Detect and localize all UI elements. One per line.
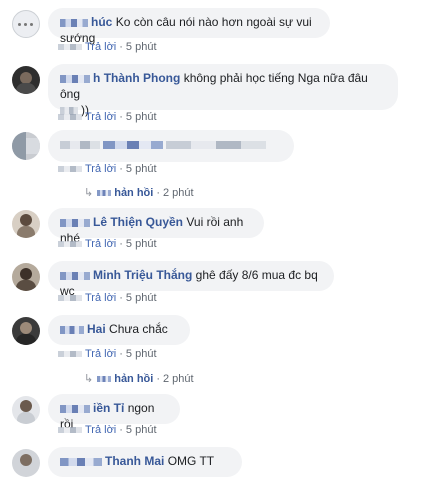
comment-bubble: Minh Triệu Thắng ghê đấy 8/6 mua đc bq w… [48,261,334,298]
view-replies-link[interactable]: ↳ hản hồi · 2 phút [84,372,194,386]
reply-link[interactable]: Trả lời [85,424,116,436]
timestamp[interactable]: 2 phút [163,187,194,199]
redacted-name-blur [60,271,90,280]
replies-label[interactable]: hản hồi [114,373,153,385]
redacted-name-blur [60,74,90,83]
reply-link[interactable]: Trả lời [85,238,116,250]
redacted-name-blur [60,218,90,227]
separator: · [156,373,160,385]
redacted-blur [58,166,82,173]
avatar[interactable] [12,10,40,38]
reply-link[interactable]: Trả lời [85,292,116,304]
timestamp[interactable]: 5 phút [126,348,157,360]
redacted-blur [58,241,82,248]
comment-bubble: iền Tỉ ngon rồi [48,394,180,431]
commenter-name[interactable]: Thanh Mai [105,454,164,468]
redacted-blur [58,44,82,51]
comment-actions: Trả lời · 5 phút [58,40,157,54]
comment-bubble: húc Ko còn câu nói nào hơn ngoài sự vui … [48,8,330,45]
redacted-name-blur [60,18,88,27]
avatar[interactable] [12,317,40,345]
separator: · [119,348,123,360]
comment-actions: Trả lời · 5 phút [58,162,157,176]
reply-link[interactable]: Trả lời [85,348,116,360]
reply-link[interactable]: Trả lời [85,163,116,175]
comment-bubble [48,130,294,162]
timestamp[interactable]: 5 phút [126,238,157,250]
redacted-name-blur [60,325,84,334]
reply-link[interactable]: Trả lời [85,41,116,53]
commenter-name[interactable]: húc [91,15,112,29]
redacted-blur [58,114,82,121]
view-replies-link[interactable]: ↳ hản hồi · 2 phút [84,186,194,200]
avatar[interactable] [12,210,40,238]
reply-arrow-icon: ↳ [84,373,94,385]
timestamp[interactable]: 5 phút [126,292,157,304]
avatar[interactable] [12,132,40,160]
separator: · [119,424,123,436]
reply-link[interactable]: Trả lời [85,111,116,123]
comment-bubble: h Thành Phong không phải học tiếng Nga n… [48,64,398,117]
redacted-blur [97,376,112,383]
comment-bubble: Hai Chưa chắc [48,315,190,345]
comment-actions: Trả lời · 5 phút [58,423,157,437]
separator: · [119,292,123,304]
timestamp[interactable]: 2 phút [163,373,194,385]
timestamp[interactable]: 5 phút [126,424,157,436]
commenter-name[interactable]: Hai [87,322,106,336]
comment-bubble: Thanh Mai OMG TT [48,447,242,477]
timestamp[interactable]: 5 phút [126,163,157,175]
separator: · [156,187,160,199]
comment-text: Chưa chắc [109,322,168,336]
timestamp[interactable]: 5 phút [126,41,157,53]
redacted-text-blur [166,140,266,149]
separator: · [119,41,123,53]
commenter-name-partial[interactable]: h [93,71,100,85]
redacted-blur [60,140,100,149]
redacted-blur [58,351,82,358]
avatar[interactable] [12,263,40,291]
commenter-name[interactable]: iền Tỉ [93,401,124,415]
avatar[interactable] [12,396,40,424]
redacted-name-blur [60,457,102,466]
comment-actions: Trả lời · 5 phút [58,347,157,361]
comment-text: OMG TT [167,454,215,468]
timestamp[interactable]: 5 phút [126,111,157,123]
separator: · [119,163,123,175]
avatar[interactable] [12,66,40,94]
comment-actions: Trả lời · 5 phút [58,237,157,251]
commenter-name[interactable]: Thành Phong [104,71,181,85]
separator: · [119,238,123,250]
commenter-name[interactable]: Minh Triệu Thắng [93,268,192,282]
reply-arrow-icon: ↳ [84,187,94,199]
comment-actions: Trả lời · 5 phút [58,110,157,124]
redacted-blur [58,427,82,434]
redacted-name-blur [103,140,163,149]
redacted-name-blur [60,404,90,413]
redacted-blur [97,190,112,197]
comment-actions: Trả lời · 5 phút [58,291,157,305]
avatar[interactable] [12,449,40,477]
comment-bubble: Lê Thiện Quyền Vui rồi anh nhé [48,208,264,245]
redacted-blur [58,295,82,302]
commenter-name[interactable]: Lê Thiện Quyền [93,215,183,229]
separator: · [119,111,123,123]
replies-label[interactable]: hản hồi [114,187,153,199]
